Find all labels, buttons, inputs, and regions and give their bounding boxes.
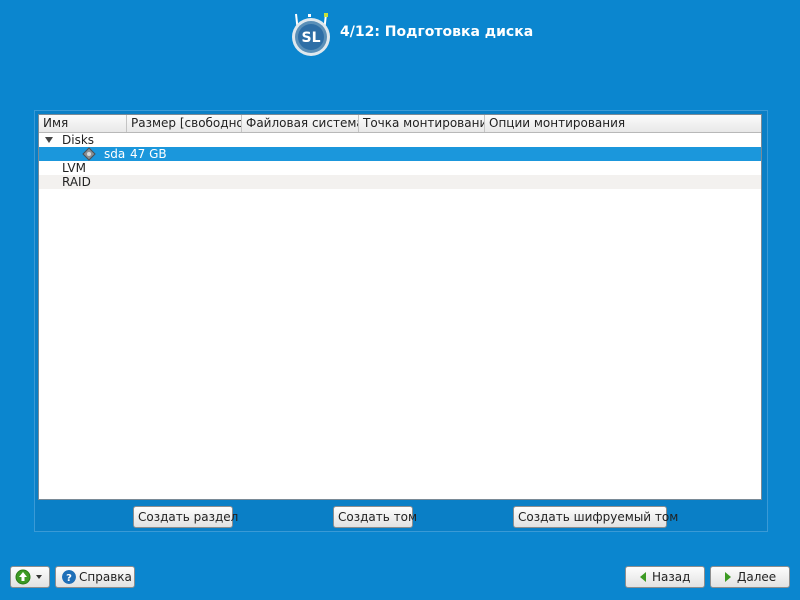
help-label: Справка — [79, 570, 132, 584]
disk-icon — [82, 147, 96, 161]
back-label: Назад — [652, 570, 691, 584]
partition-tree[interactable]: Имя Размер [свободно] Файловая система Т… — [38, 114, 762, 500]
logo-text: SL — [301, 30, 320, 46]
row-name: RAID — [62, 175, 91, 189]
tree-row-disks[interactable]: Disks — [39, 133, 761, 147]
page-title: 4/12: Подготовка диска — [340, 24, 534, 40]
column-mount-options[interactable]: Опции монтирования — [485, 115, 761, 132]
column-filesystem[interactable]: Файловая система — [242, 115, 359, 132]
tree-row-raid[interactable]: RAID — [39, 175, 761, 189]
arrow-left-icon — [640, 571, 646, 582]
column-size[interactable]: Размер [свободно] — [127, 115, 242, 132]
scientific-linux-logo: SL — [292, 13, 330, 56]
tree-header: Имя Размер [свободно] Файловая система Т… — [39, 115, 761, 133]
svg-text:?: ? — [66, 573, 72, 584]
expander-icon[interactable] — [45, 137, 53, 143]
row-name: LVM — [62, 161, 86, 175]
column-name[interactable]: Имя — [39, 115, 127, 132]
release-notes-button[interactable] — [10, 566, 50, 588]
help-button[interactable]: ? Справка — [55, 566, 135, 588]
create-encrypted-volume-button[interactable]: Создать шифруемый том — [513, 506, 678, 528]
column-mountpoint[interactable]: Точка монтирования — [359, 115, 485, 132]
installer-header: SL 4/12: Подготовка диска — [0, 0, 800, 70]
back-button[interactable]: Назад — [625, 566, 705, 588]
create-partition-button[interactable]: Создать раздел — [133, 506, 238, 528]
arrow-right-icon — [725, 571, 731, 582]
create-volume-button[interactable]: Создать том — [333, 506, 417, 528]
row-name: sda — [104, 147, 126, 161]
row-size: 47 GB — [130, 147, 167, 161]
tree-row-sda[interactable]: sda 47 GB — [39, 147, 761, 161]
arrow-up-icon — [15, 569, 42, 585]
row-name: Disks — [62, 133, 95, 147]
help-icon: ? — [62, 569, 76, 584]
tree-row-lvm[interactable]: LVM — [39, 161, 761, 175]
next-button[interactable]: Далее — [710, 566, 790, 588]
next-label: Далее — [737, 570, 777, 584]
